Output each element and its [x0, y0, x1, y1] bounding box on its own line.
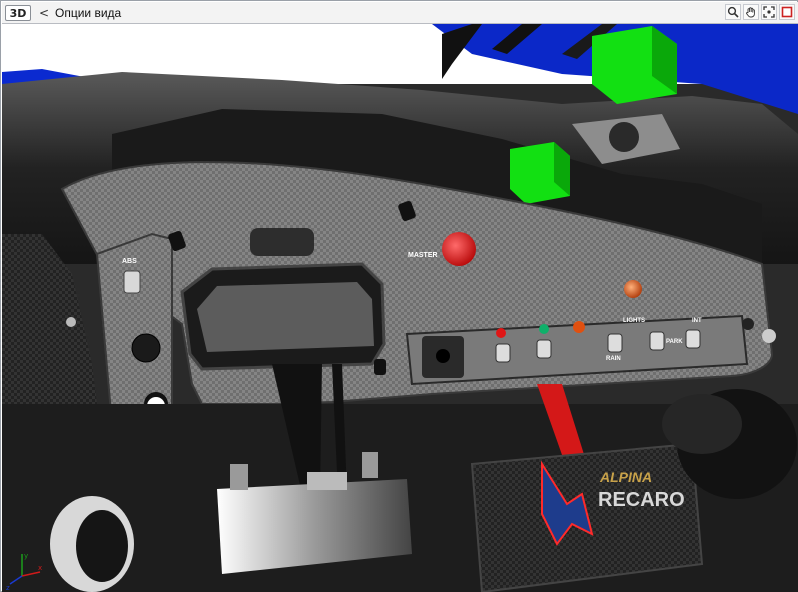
axis-x-label: x	[38, 564, 42, 572]
axis-y-label: y	[24, 552, 28, 560]
cockpit-scene: MASTER ABS LIGHTS PARK INT RAIN ALPINA R…	[2, 24, 798, 592]
badge-sticker-emblem	[609, 122, 639, 152]
3d-viewport[interactable]: MASTER ABS LIGHTS PARK INT RAIN ALPINA R…	[2, 24, 798, 592]
dash-display-screen	[197, 282, 374, 352]
toggle-switch-1[interactable]	[495, 343, 511, 363]
3d-view-window: 3D < Опции вида MASTER ABS LIGHTS PARK I…	[0, 0, 798, 592]
back-button[interactable]: <	[37, 5, 51, 21]
view-toolbar: 3D < Опции вида	[2, 2, 798, 24]
rain-label: RAIN	[606, 356, 621, 362]
right-wall-knob	[762, 329, 776, 343]
right-wall-bolt	[742, 318, 754, 330]
pedal-mount-left	[230, 464, 248, 490]
axis-z-label: z	[6, 584, 10, 592]
zoom-button[interactable]	[725, 4, 741, 20]
toggle-switch-2[interactable]	[536, 339, 552, 359]
view-tools	[725, 4, 795, 22]
close-view-button[interactable]	[779, 4, 795, 20]
int-label: INT	[692, 318, 702, 324]
left-duct-hole	[76, 510, 128, 582]
fit-view-button[interactable]	[761, 4, 777, 20]
abs-label: ABS	[122, 258, 137, 265]
warning-lamp	[624, 280, 642, 298]
right-seat-bolster-highlight	[662, 394, 742, 454]
pedal-mount-right	[362, 452, 378, 478]
indicator-red	[496, 328, 506, 338]
view-options-title[interactable]: Опции вида	[55, 6, 121, 20]
display-hood-pad	[250, 228, 314, 256]
zoom-icon	[727, 6, 739, 18]
selector-knob[interactable]	[436, 349, 450, 363]
lights-label: LIGHTS	[623, 318, 645, 324]
pedal-center	[307, 472, 347, 490]
alpina-logo-text: ALPINA	[599, 469, 652, 485]
dash-bolt-bottom	[374, 359, 386, 375]
fit-view-icon	[763, 6, 775, 18]
recaro-logo-text: RECARO	[598, 489, 685, 511]
toggle-switch-park[interactable]	[649, 331, 665, 351]
toggle-switch-rain[interactable]	[607, 333, 623, 353]
master-label: MASTER	[408, 252, 438, 259]
left-wall-knob	[66, 317, 76, 327]
pan-hand-icon	[746, 7, 755, 18]
view-mode-badge[interactable]: 3D	[5, 5, 31, 21]
toggle-switch-int[interactable]	[685, 329, 701, 349]
indicator-orange	[573, 321, 585, 333]
master-switch-button[interactable]	[442, 232, 476, 266]
abs-toggle-switch[interactable]	[123, 270, 141, 294]
indicator-green	[539, 324, 549, 334]
close-view-icon	[781, 6, 793, 18]
rotary-knob-upper[interactable]	[131, 333, 161, 363]
pan-button[interactable]	[743, 4, 759, 20]
park-label: PARK	[666, 339, 683, 345]
